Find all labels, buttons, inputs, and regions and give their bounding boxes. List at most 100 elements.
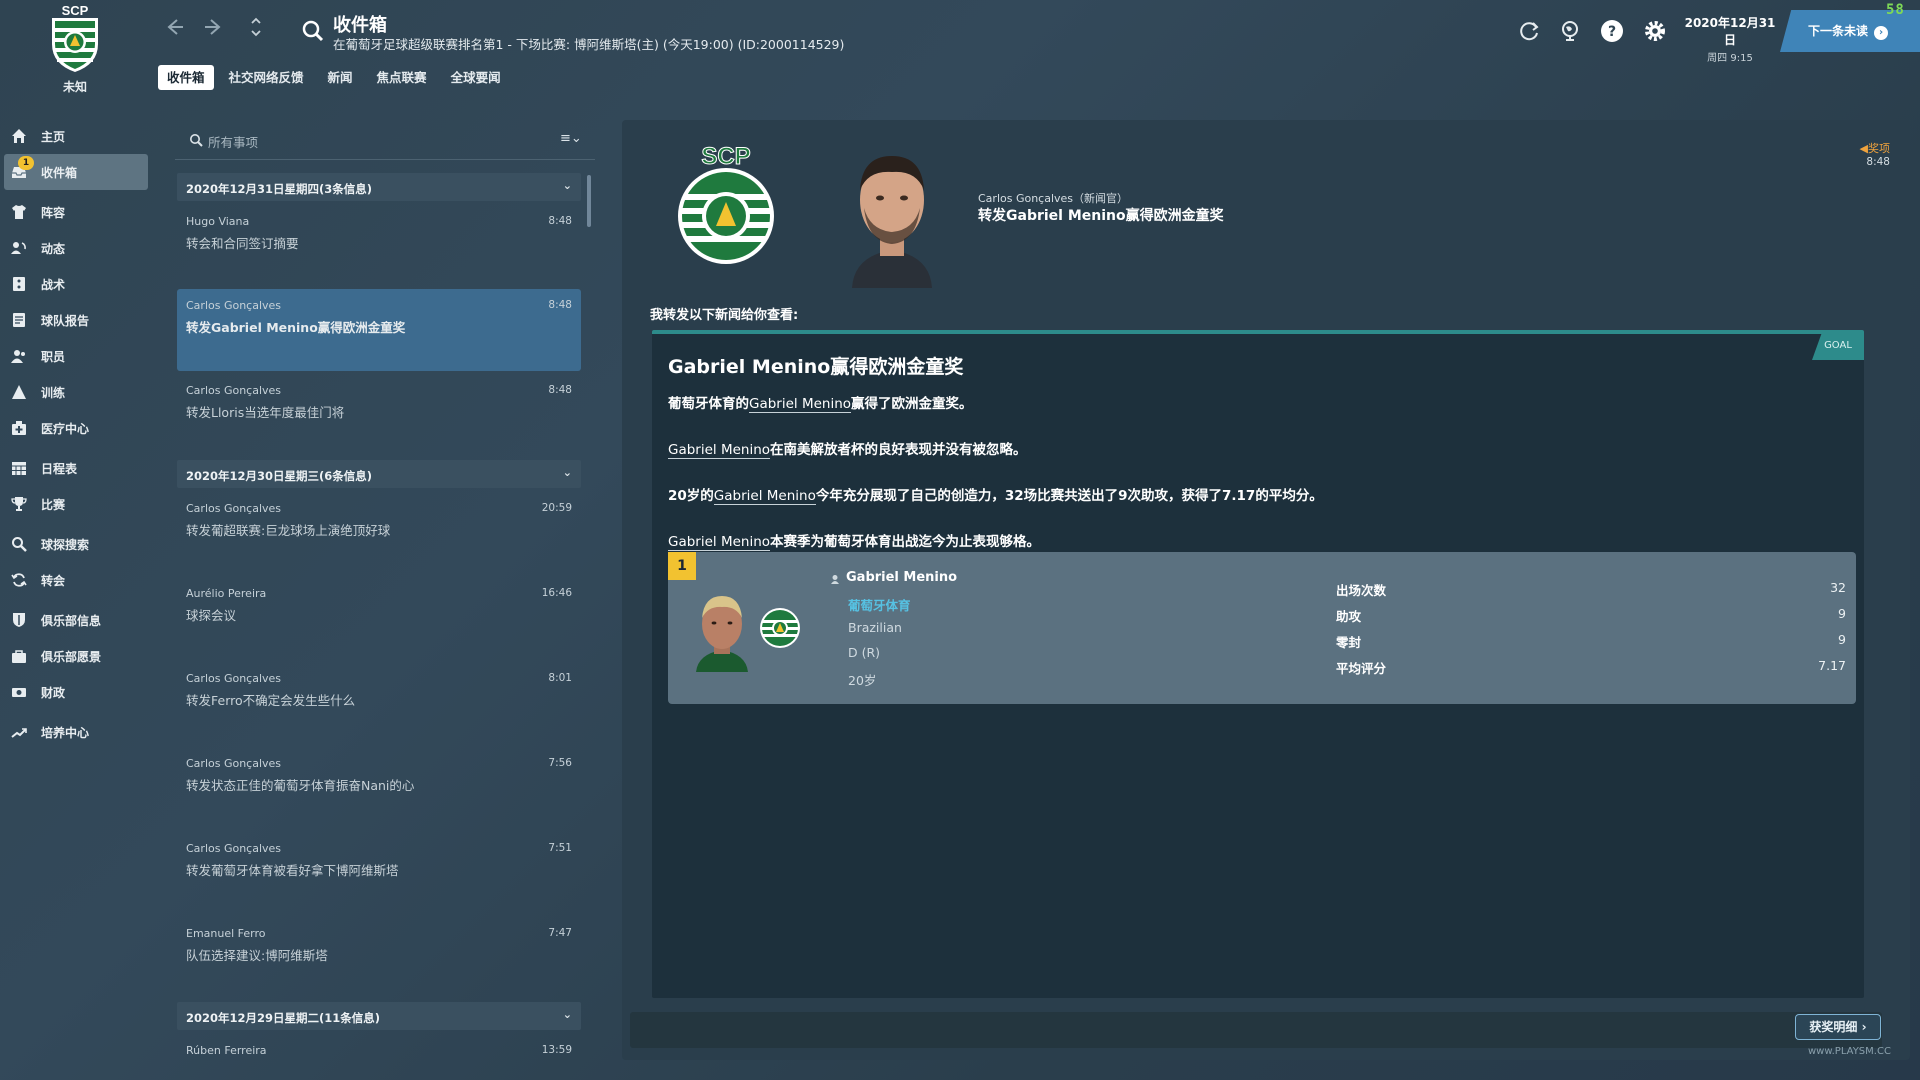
forward-arrow-icon[interactable] (200, 16, 228, 44)
sidebar-item-inbox[interactable]: 1 收件箱 (4, 154, 148, 190)
player-link[interactable]: Gabriel Menino (749, 396, 852, 413)
chevron-down-icon[interactable]: ⌄ (563, 179, 572, 192)
date-group-header[interactable]: 2020年12月30日星期三(6条信息) ⌄ (177, 460, 581, 488)
fps-counter: 58 (1886, 2, 1905, 18)
date-group-header[interactable]: 2020年12月31日星期四(3条信息) ⌄ (177, 173, 581, 201)
message-subject: 转发状态正佳的葡萄牙体育振奋Nani的心 (186, 778, 415, 793)
game-date[interactable]: 2020年12月31日 周四 9:15 (1680, 14, 1780, 64)
award-details-button[interactable]: 获奖明细 › (1795, 1014, 1881, 1040)
inbox-message[interactable]: Carlos Gonçalves 转发葡超联赛:巨龙球场上演绝顶好球 20:59 (177, 492, 581, 574)
inbox-search-bar[interactable]: 所有事项 ≡⌄ (175, 120, 595, 160)
sidebar-item-medical[interactable]: 医疗中心 (0, 410, 152, 446)
tab-inbox[interactable]: 收件箱 (158, 65, 214, 90)
player-link[interactable]: Gabriel Menino (713, 488, 816, 505)
sidebar-item-label: 医疗中心 (41, 421, 90, 436)
search-icon[interactable] (300, 18, 326, 44)
sidebar-item-schedule[interactable]: 日程表 (0, 450, 152, 486)
sidebar-item-dynamics[interactable]: 动态 (0, 230, 152, 266)
sidebar-item-training[interactable]: 训练 (0, 374, 152, 410)
trophy-icon (10, 495, 28, 513)
sidebar-item-label: 培养中心 (41, 725, 90, 740)
sidebar-item-label: 球探搜索 (41, 537, 90, 552)
message-sender: Carlos Gonçalves (186, 672, 282, 685)
inbox-message[interactable]: Carlos Gonçalves 转发Lloris当选年度最佳门将 8:48 (177, 374, 581, 456)
dynamics-icon (10, 239, 28, 257)
message-time: 20:59 (541, 502, 572, 514)
message-subject: 转发葡萄牙体育被看好拿下博阿维斯塔 (186, 863, 399, 878)
news-paragraph: Gabriel Menino本赛季为葡萄牙体育出战迄今为止表现够格。 (668, 530, 1040, 551)
club-name: 未知 (62, 80, 87, 94)
filter-menu-icon[interactable]: ≡⌄ (560, 131, 582, 146)
chevron-right-icon: › (1861, 1020, 1867, 1034)
sidebar-item-club-vision[interactable]: 俱乐部愿景 (0, 638, 152, 674)
club-crest-icon[interactable]: SCP (44, 2, 106, 74)
search-icon (190, 134, 203, 147)
message-subject: 转发Lloris当选年度最佳门将 (186, 405, 345, 420)
inbox-message[interactable]: Emanuel Ferro 队伍选择建议:博阿维斯塔 7:47 (177, 917, 581, 999)
refresh-icon[interactable] (1516, 18, 1542, 44)
stat-row: 助攻 9 (1336, 606, 1846, 632)
tab-bar: 收件箱 社交网络反馈 新闻 焦点联赛 全球要闻 (158, 65, 510, 90)
inbox-message[interactable]: Carlos Gonçalves 转发状态正佳的葡萄牙体育振奋Nani的心 7:… (177, 747, 581, 829)
club-crest-icon: SCP (678, 143, 774, 264)
text-fragment: 在南美解放者杯的良好表现并没有被忽略。 (770, 442, 1027, 458)
sidebar-item-tactics[interactable]: 战术 (0, 266, 152, 302)
list-scrollbar[interactable] (587, 175, 591, 227)
sidebar-item-finances[interactable]: 财政 (0, 674, 152, 710)
tab-social-feedback[interactable]: 社交网络反馈 (220, 65, 313, 90)
player-club-link[interactable]: 葡萄牙体育 (848, 595, 911, 614)
award-tag: ◀奖项 (1860, 140, 1890, 156)
sidebar-item-label: 球队报告 (41, 313, 90, 328)
tab-news[interactable]: 新闻 (319, 65, 362, 90)
message-subject: 转发Ferro不确定会发生些什么 (186, 693, 356, 708)
shirt-icon (10, 203, 28, 221)
player-link[interactable]: Gabriel Menino (668, 534, 771, 551)
tab-focus-league[interactable]: 焦点联赛 (368, 65, 436, 90)
sidebar-item-label: 财政 (41, 685, 66, 700)
inbox-message[interactable]: Aurélio Pereira 球探会议 16:46 (177, 577, 581, 659)
message-sender: Aurélio Pereira (186, 587, 267, 600)
player-name-link[interactable]: Gabriel Menino (846, 570, 957, 585)
inbox-message-selected[interactable]: Carlos Gonçalves 转发Gabriel Menino赢得欧洲金童奖… (177, 289, 581, 371)
sidebar-item-club-info[interactable]: 俱乐部信息 (0, 602, 152, 638)
category-label: 奖项 (1868, 142, 1890, 155)
message-time: 8:01 (548, 672, 572, 684)
help-icon[interactable]: ? (1599, 18, 1625, 44)
sidebar-item-development[interactable]: 培养中心 (0, 714, 152, 750)
news-paragraph: 20岁的Gabriel Menino今年充分展现了自己的创造力，32场比赛共送出… (668, 484, 1323, 505)
chevron-down-icon[interactable]: ⌄ (563, 466, 572, 479)
text-fragment: 葡萄牙体育的 (668, 396, 749, 412)
sidebar-item-squad[interactable]: 阵容 (0, 194, 152, 230)
back-arrow-icon[interactable] (160, 16, 188, 44)
message-action-bar (630, 1012, 1882, 1048)
tab-world-news[interactable]: 全球要闻 (442, 65, 510, 90)
sidebar-item-competitions[interactable]: 比赛 (0, 486, 152, 522)
history-updown-icon[interactable] (242, 14, 270, 42)
settings-gear-icon[interactable] (1642, 18, 1668, 44)
date-group-header[interactable]: 2020年12月29日星期二(11条信息) ⌄ (177, 1002, 581, 1030)
watermark: www.PLAYSM.CC (1808, 1046, 1891, 1057)
date-main: 2020年12月31日 (1684, 16, 1776, 47)
inbox-message[interactable]: Hugo Viana 转会和合同签订摘要 8:48 (177, 205, 581, 287)
sidebar-item-scouting[interactable]: 球探搜索 (0, 526, 152, 562)
award-details-label: 获奖明细 (1809, 1020, 1858, 1034)
inbox-message[interactable]: Rúben Ferreira 13:59 (177, 1034, 581, 1074)
sidebar-item-label: 战术 (41, 277, 66, 292)
message-detail: SCP Carlos Gonçalves（新闻官） 转发Gabriel Meni… (622, 120, 1910, 1060)
development-icon (10, 723, 28, 741)
player-stats: 出场次数 32 助攻 9 零封 9 平均评分 7.17 (1336, 580, 1846, 684)
sidebar-item-transfers[interactable]: 转会 (0, 562, 152, 598)
sidebar-item-team-report[interactable]: 球队报告 (0, 302, 152, 338)
staff-portrait-image (852, 156, 932, 288)
text-fragment: 赢得了欧洲金童奖。 (851, 396, 973, 412)
inbox-message[interactable]: Carlos Gonçalves 转发葡萄牙体育被看好拿下博阿维斯塔 7:51 (177, 832, 581, 914)
chevron-down-icon[interactable]: ⌄ (563, 1008, 572, 1021)
player-link[interactable]: Gabriel Menino (668, 442, 771, 459)
message-time: 8:48 (1866, 156, 1890, 168)
world-icon[interactable] (1557, 18, 1583, 44)
message-time: 7:56 (548, 757, 572, 769)
sidebar-item-home[interactable]: 主页 (0, 118, 152, 154)
inbox-message[interactable]: Carlos Gonçalves 转发Ferro不确定会发生些什么 8:01 (177, 662, 581, 744)
sidebar-item-label: 阵容 (41, 205, 66, 220)
sidebar-item-staff[interactable]: 职员 (0, 338, 152, 374)
